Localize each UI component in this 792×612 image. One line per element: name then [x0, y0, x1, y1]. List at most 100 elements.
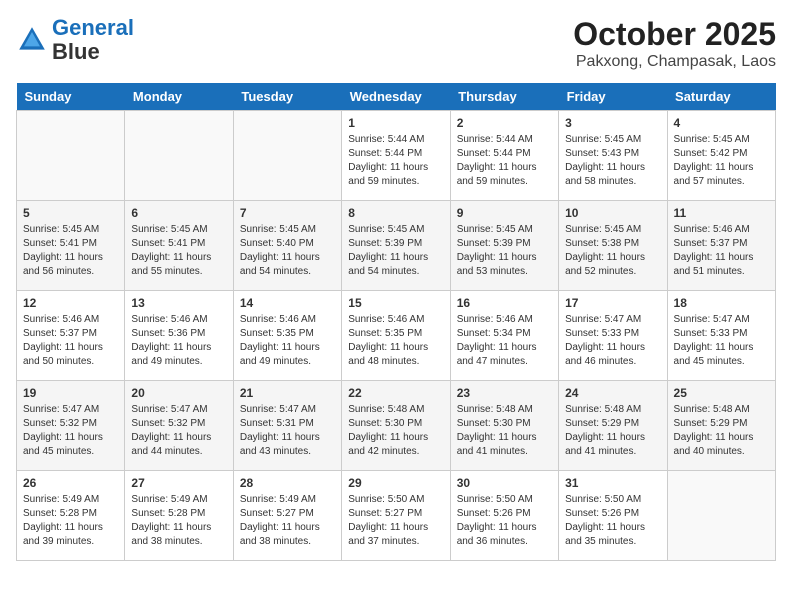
calendar-cell: 9 Sunrise: 5:45 AMSunset: 5:39 PMDaylight…: [450, 201, 558, 291]
day-info: Sunrise: 5:45 AMSunset: 5:41 PMDaylight:…: [23, 223, 118, 279]
day-info: Sunrise: 5:50 AMSunset: 5:26 PMDaylight:…: [457, 493, 552, 549]
logo-text: General Blue: [52, 16, 134, 64]
day-number: 3: [565, 116, 660, 130]
calendar-cell: 13Sunrise: 5:46 AMSunset: 5:36 PMDayligh…: [125, 291, 233, 381]
day-info: Sunrise: 5:46 AMSunset: 5:37 PMDaylight:…: [23, 313, 118, 369]
day-number: 26: [23, 476, 118, 490]
day-info: Sunrise: 5:47 AMSunset: 5:33 PMDaylight:…: [674, 313, 769, 369]
day-info: Sunrise: 5:45 AMSunset: 5:41 PMDaylight:…: [131, 223, 226, 279]
day-info: Sunrise: 5:50 AMSunset: 5:27 PMDaylight:…: [348, 493, 443, 549]
calendar-cell: 1 Sunrise: 5:44 AMSunset: 5:44 PMDaylight…: [342, 111, 450, 201]
calendar-week-row: 19 Sunrise: 5:47 AMSunset: 5:32 PMDayligh…: [17, 381, 776, 471]
day-number: 8: [348, 206, 443, 220]
header-sunday: Sunday: [17, 83, 125, 111]
header-wednesday: Wednesday: [342, 83, 450, 111]
day-info: Sunrise: 5:49 AMSunset: 5:28 PMDaylight:…: [131, 493, 226, 549]
day-number: 24: [565, 386, 660, 400]
calendar-cell: [125, 111, 233, 201]
calendar-cell: 3 Sunrise: 5:45 AMSunset: 5:43 PMDaylight…: [559, 111, 667, 201]
calendar-cell: 21 Sunrise: 5:47 AMSunset: 5:31 PMDayligh…: [233, 381, 341, 471]
calendar-cell: 5 Sunrise: 5:45 AMSunset: 5:41 PMDaylight…: [17, 201, 125, 291]
day-number: 18: [674, 296, 769, 310]
calendar-cell: [667, 471, 775, 561]
page-title: October 2025: [573, 16, 776, 53]
calendar-cell: 15 Sunrise: 5:46 AMSunset: 5:35 PMDayligh…: [342, 291, 450, 381]
day-number: 11: [674, 206, 769, 220]
day-number: 5: [23, 206, 118, 220]
day-number: 10: [565, 206, 660, 220]
header-friday: Friday: [559, 83, 667, 111]
day-number: 7: [240, 206, 335, 220]
calendar-cell: 8 Sunrise: 5:45 AMSunset: 5:39 PMDaylight…: [342, 201, 450, 291]
day-info: Sunrise: 5:47 AMSunset: 5:32 PMDaylight:…: [131, 403, 226, 459]
day-number: 14: [240, 296, 335, 310]
calendar-cell: 26 Sunrise: 5:49 AMSunset: 5:28 PMDayligh…: [17, 471, 125, 561]
day-info: Sunrise: 5:48 AMSunset: 5:29 PMDaylight:…: [674, 403, 769, 459]
header-saturday: Saturday: [667, 83, 775, 111]
calendar-cell: 31Sunrise: 5:50 AMSunset: 5:26 PMDayligh…: [559, 471, 667, 561]
day-info: Sunrise: 5:48 AMSunset: 5:30 PMDaylight:…: [457, 403, 552, 459]
day-info: Sunrise: 5:45 AMSunset: 5:43 PMDaylight:…: [565, 133, 660, 189]
calendar-cell: 30 Sunrise: 5:50 AMSunset: 5:26 PMDayligh…: [450, 471, 558, 561]
calendar-cell: 4Sunrise: 5:45 AMSunset: 5:42 PMDaylight…: [667, 111, 775, 201]
calendar-cell: 16 Sunrise: 5:46 AMSunset: 5:34 PMDayligh…: [450, 291, 558, 381]
day-info: Sunrise: 5:45 AMSunset: 5:40 PMDaylight:…: [240, 223, 335, 279]
calendar-cell: 28Sunrise: 5:49 AMSunset: 5:27 PMDayligh…: [233, 471, 341, 561]
day-info: Sunrise: 5:46 AMSunset: 5:34 PMDaylight:…: [457, 313, 552, 369]
calendar-cell: [233, 111, 341, 201]
calendar-cell: [17, 111, 125, 201]
calendar-cell: 22Sunrise: 5:48 AMSunset: 5:30 PMDayligh…: [342, 381, 450, 471]
day-number: 25: [674, 386, 769, 400]
calendar-cell: 25 Sunrise: 5:48 AMSunset: 5:29 PMDayligh…: [667, 381, 775, 471]
day-info: Sunrise: 5:45 AMSunset: 5:39 PMDaylight:…: [348, 223, 443, 279]
day-number: 6: [131, 206, 226, 220]
day-number: 20: [131, 386, 226, 400]
calendar-cell: 29 Sunrise: 5:50 AMSunset: 5:27 PMDayligh…: [342, 471, 450, 561]
day-info: Sunrise: 5:47 AMSunset: 5:31 PMDaylight:…: [240, 403, 335, 459]
day-info: Sunrise: 5:48 AMSunset: 5:29 PMDaylight:…: [565, 403, 660, 459]
day-info: Sunrise: 5:44 AMSunset: 5:44 PMDaylight:…: [457, 133, 552, 189]
day-info: Sunrise: 5:46 AMSunset: 5:35 PMDaylight:…: [348, 313, 443, 369]
calendar-cell: 24 Sunrise: 5:48 AMSunset: 5:29 PMDayligh…: [559, 381, 667, 471]
day-info: Sunrise: 5:46 AMSunset: 5:36 PMDaylight:…: [131, 313, 226, 369]
day-number: 16: [457, 296, 552, 310]
day-number: 17: [565, 296, 660, 310]
title-block: October 2025 Pakxong, Champasak, Laos: [573, 16, 776, 71]
logo-line2: Blue: [52, 39, 100, 64]
calendar-cell: 18 Sunrise: 5:47 AMSunset: 5:33 PMDayligh…: [667, 291, 775, 381]
day-info: Sunrise: 5:47 AMSunset: 5:33 PMDaylight:…: [565, 313, 660, 369]
day-number: 19: [23, 386, 118, 400]
day-info: Sunrise: 5:45 AMSunset: 5:42 PMDaylight:…: [674, 133, 769, 189]
day-number: 1: [348, 116, 443, 130]
day-info: Sunrise: 5:49 AMSunset: 5:28 PMDaylight:…: [23, 493, 118, 549]
logo: General Blue: [16, 16, 134, 64]
day-info: Sunrise: 5:49 AMSunset: 5:27 PMDaylight:…: [240, 493, 335, 549]
day-number: 21: [240, 386, 335, 400]
calendar-cell: 17 Sunrise: 5:47 AMSunset: 5:33 PMDayligh…: [559, 291, 667, 381]
header-tuesday: Tuesday: [233, 83, 341, 111]
day-number: 29: [348, 476, 443, 490]
page-header: General Blue October 2025 Pakxong, Champ…: [16, 16, 776, 71]
day-info: Sunrise: 5:45 AMSunset: 5:38 PMDaylight:…: [565, 223, 660, 279]
calendar-week-row: 12 Sunrise: 5:46 AMSunset: 5:37 PMDayligh…: [17, 291, 776, 381]
header-monday: Monday: [125, 83, 233, 111]
day-number: 15: [348, 296, 443, 310]
day-number: 27: [131, 476, 226, 490]
calendar-week-row: 26 Sunrise: 5:49 AMSunset: 5:28 PMDayligh…: [17, 471, 776, 561]
calendar-cell: 20 Sunrise: 5:47 AMSunset: 5:32 PMDayligh…: [125, 381, 233, 471]
day-info: Sunrise: 5:45 AMSunset: 5:39 PMDaylight:…: [457, 223, 552, 279]
calendar-cell: 7 Sunrise: 5:45 AMSunset: 5:40 PMDaylight…: [233, 201, 341, 291]
calendar-week-row: 1 Sunrise: 5:44 AMSunset: 5:44 PMDaylight…: [17, 111, 776, 201]
day-number: 12: [23, 296, 118, 310]
day-number: 30: [457, 476, 552, 490]
calendar-cell: 10 Sunrise: 5:45 AMSunset: 5:38 PMDayligh…: [559, 201, 667, 291]
calendar-cell: 2 Sunrise: 5:44 AMSunset: 5:44 PMDaylight…: [450, 111, 558, 201]
calendar-cell: 11Sunrise: 5:46 AMSunset: 5:37 PMDayligh…: [667, 201, 775, 291]
header-thursday: Thursday: [450, 83, 558, 111]
day-info: Sunrise: 5:44 AMSunset: 5:44 PMDaylight:…: [348, 133, 443, 189]
day-number: 2: [457, 116, 552, 130]
day-number: 9: [457, 206, 552, 220]
calendar-cell: 27 Sunrise: 5:49 AMSunset: 5:28 PMDayligh…: [125, 471, 233, 561]
page-subtitle: Pakxong, Champasak, Laos: [573, 53, 776, 71]
day-info: Sunrise: 5:47 AMSunset: 5:32 PMDaylight:…: [23, 403, 118, 459]
